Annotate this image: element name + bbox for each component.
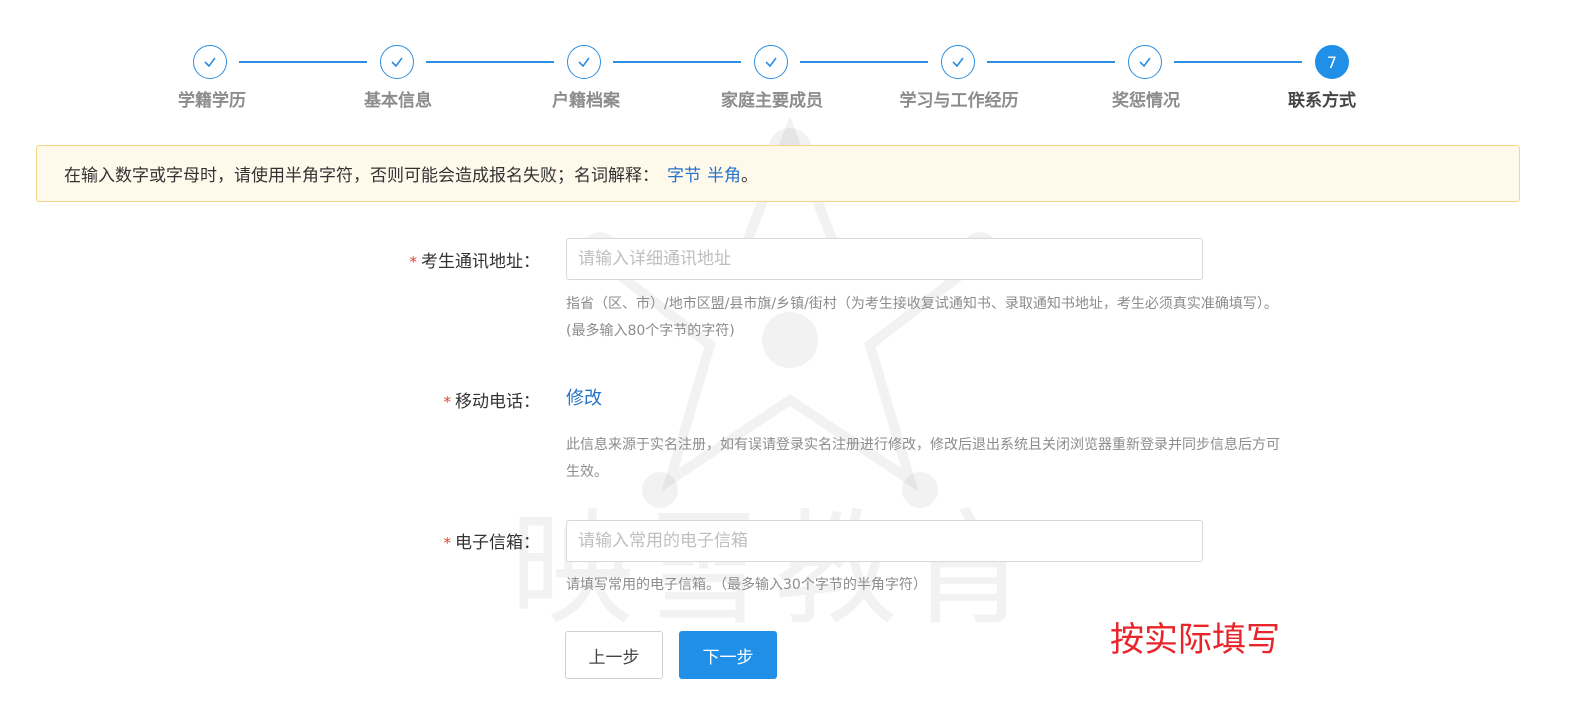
link-halfwidth[interactable]: 半角	[707, 161, 741, 186]
step-connector	[987, 61, 1115, 63]
next-step-button[interactable]: 下一步	[679, 631, 777, 679]
required-mark: *	[443, 534, 452, 552]
step-connector	[239, 61, 367, 63]
step-label-1: 学籍学历	[178, 91, 246, 111]
step-label-5: 学习与工作经历	[899, 91, 1019, 111]
step-2-check-icon	[380, 45, 414, 79]
email-hint: 请填写常用的电子信箱。（最多输入30个字节的半角字符）	[566, 577, 927, 593]
step-1-check-icon	[193, 45, 227, 79]
required-mark: *	[409, 253, 418, 271]
step-5-check-icon	[941, 45, 975, 79]
step-connector	[1174, 61, 1302, 63]
step-connector	[800, 61, 928, 63]
required-mark: *	[443, 393, 452, 411]
step-label-7: 联系方式	[1288, 91, 1356, 111]
step-connector	[426, 61, 554, 63]
mobile-hint: 此信息来源于实名注册，如有误请登录实名注册进行修改，修改后退出系统且关闭浏览器重…	[566, 437, 1280, 480]
address-label: * 考生通讯地址：	[409, 252, 541, 272]
step-6-check-icon	[1128, 45, 1162, 79]
step-label-2: 基本信息	[364, 91, 432, 111]
mobile-label: * 移动电话：	[443, 392, 541, 412]
notice-text: 在输入数字或字母时，请使用半角字符，否则可能会造成报名失败；名词解释：	[64, 166, 659, 186]
step-7-current: 7	[1315, 45, 1349, 79]
prev-step-button[interactable]: 上一步	[565, 631, 663, 679]
annotation-note: 按实际填写	[1110, 620, 1280, 660]
address-input[interactable]	[566, 238, 1203, 280]
link-byte[interactable]: 字节	[667, 161, 701, 186]
step-label-4: 家庭主要成员	[721, 91, 823, 111]
progress-stepper: 7 学籍学历 基本信息 户籍档案 家庭主要成员 学习与工作经历 奖惩情况 联系方…	[0, 0, 1593, 120]
step-connector	[613, 61, 741, 63]
halfwidth-notice: 在输入数字或字母时，请使用半角字符，否则可能会造成报名失败；名词解释： 字节 半…	[36, 145, 1520, 202]
step-label-3: 户籍档案	[552, 91, 620, 111]
email-input[interactable]	[566, 520, 1203, 562]
modify-mobile-link[interactable]: 修改	[566, 384, 602, 410]
address-hint: 指省（区、市）/地市区盟/县市旗/乡镇/街村（为考生接收复试通知书、录取通知书地…	[566, 296, 1278, 339]
email-label: * 电子信箱：	[443, 533, 541, 553]
step-4-check-icon	[754, 45, 788, 79]
notice-suffix: 。	[741, 166, 758, 186]
step-3-check-icon	[567, 45, 601, 79]
step-label-6: 奖惩情况	[1112, 91, 1180, 111]
